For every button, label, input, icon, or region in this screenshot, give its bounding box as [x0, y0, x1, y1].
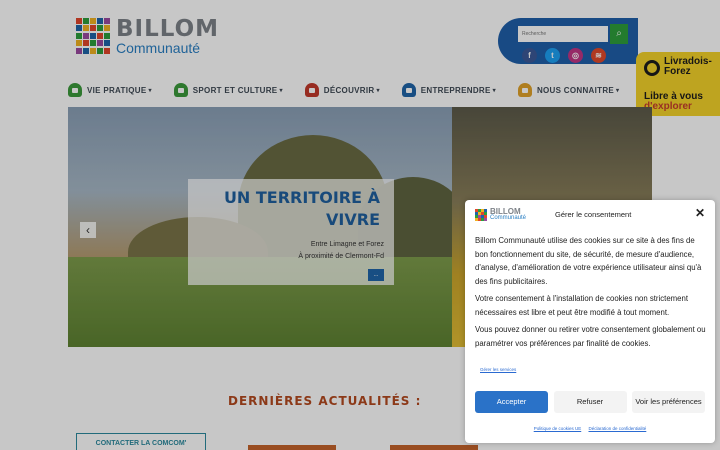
consent-paragraph-1: Billom Communauté utilise des cookies su…: [475, 236, 702, 286]
dialog-body: Billom Communauté utilise des cookies su…: [475, 234, 707, 354]
consent-paragraph-2: Votre consentement à l'installation de c…: [475, 294, 688, 317]
manage-services-link[interactable]: Gérer les services: [480, 367, 516, 372]
accept-button[interactable]: Accepter: [475, 391, 548, 413]
cookie-consent-dialog: BILLOM Communauté Gérer le consentement …: [465, 200, 715, 443]
dialog-logo: BILLOM Communauté: [475, 207, 535, 222]
dialog-footer-links: Politique de cookies UE Déclaration de c…: [465, 426, 715, 431]
dialog-buttons: Accepter Refuser Voir les préférences: [475, 391, 705, 413]
logo-mosaic-icon: [475, 209, 487, 221]
consent-paragraph-3: Vous pouvez donner ou retirer votre cons…: [475, 325, 706, 348]
close-icon[interactable]: ✕: [695, 206, 705, 220]
cookie-policy-link[interactable]: Politique de cookies UE: [534, 426, 582, 431]
view-preferences-button[interactable]: Voir les préférences: [632, 391, 705, 413]
dialog-title: Gérer le consentement: [555, 210, 632, 219]
privacy-statement-link[interactable]: Déclaration de confidentialité: [589, 426, 647, 431]
refuse-button[interactable]: Refuser: [553, 391, 627, 413]
